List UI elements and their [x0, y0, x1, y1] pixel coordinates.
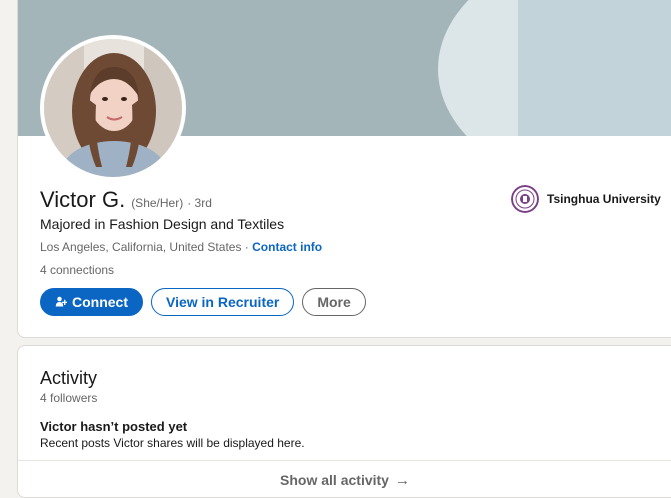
- more-button[interactable]: More: [302, 288, 366, 316]
- connection-degree: · 3rd: [187, 196, 212, 210]
- connect-label: Connect: [72, 294, 128, 310]
- view-in-recruiter-label: View in Recruiter: [166, 294, 280, 310]
- location: Los Angeles, California, United States ·: [40, 240, 249, 254]
- show-all-activity-label: Show all activity: [280, 472, 389, 488]
- activity-card: Activity 4 followers Victor hasn’t poste…: [17, 345, 671, 498]
- education-name: Tsinghua University: [547, 192, 661, 206]
- name-row: Victor G. (She/Her) · 3rd: [40, 187, 212, 213]
- education-link[interactable]: Tsinghua University: [511, 185, 661, 213]
- show-all-activity-button[interactable]: Show all activity →: [18, 461, 671, 497]
- profile-headline: Majored in Fashion Design and Textiles: [40, 216, 285, 232]
- followers-count: 4 followers: [40, 391, 98, 405]
- tsinghua-seal-icon: [511, 185, 539, 213]
- add-person-icon: [55, 296, 67, 308]
- contact-info-link[interactable]: Contact info: [252, 240, 322, 254]
- arrow-right-icon: →: [394, 471, 410, 489]
- profile-name: Victor G.: [40, 187, 126, 212]
- activity-title: Activity: [40, 368, 98, 388]
- action-buttons: Connect View in Recruiter More: [40, 288, 366, 316]
- profile-photo: [44, 39, 182, 177]
- empty-activity-description: Recent posts Victor shares will be displ…: [40, 436, 305, 450]
- empty-activity-title: Victor hasn’t posted yet: [40, 419, 188, 434]
- pronouns: (She/Her): [131, 196, 184, 210]
- connect-button[interactable]: Connect: [40, 288, 143, 316]
- avatar[interactable]: [40, 35, 186, 181]
- view-in-recruiter-button[interactable]: View in Recruiter: [151, 288, 295, 316]
- more-label: More: [317, 294, 351, 310]
- profile-card: Victor G. (She/Her) · 3rd Majored in Fas…: [17, 0, 671, 338]
- connections-count: 4 connections: [40, 263, 115, 277]
- location-row: Los Angeles, California, United States ·…: [40, 240, 322, 254]
